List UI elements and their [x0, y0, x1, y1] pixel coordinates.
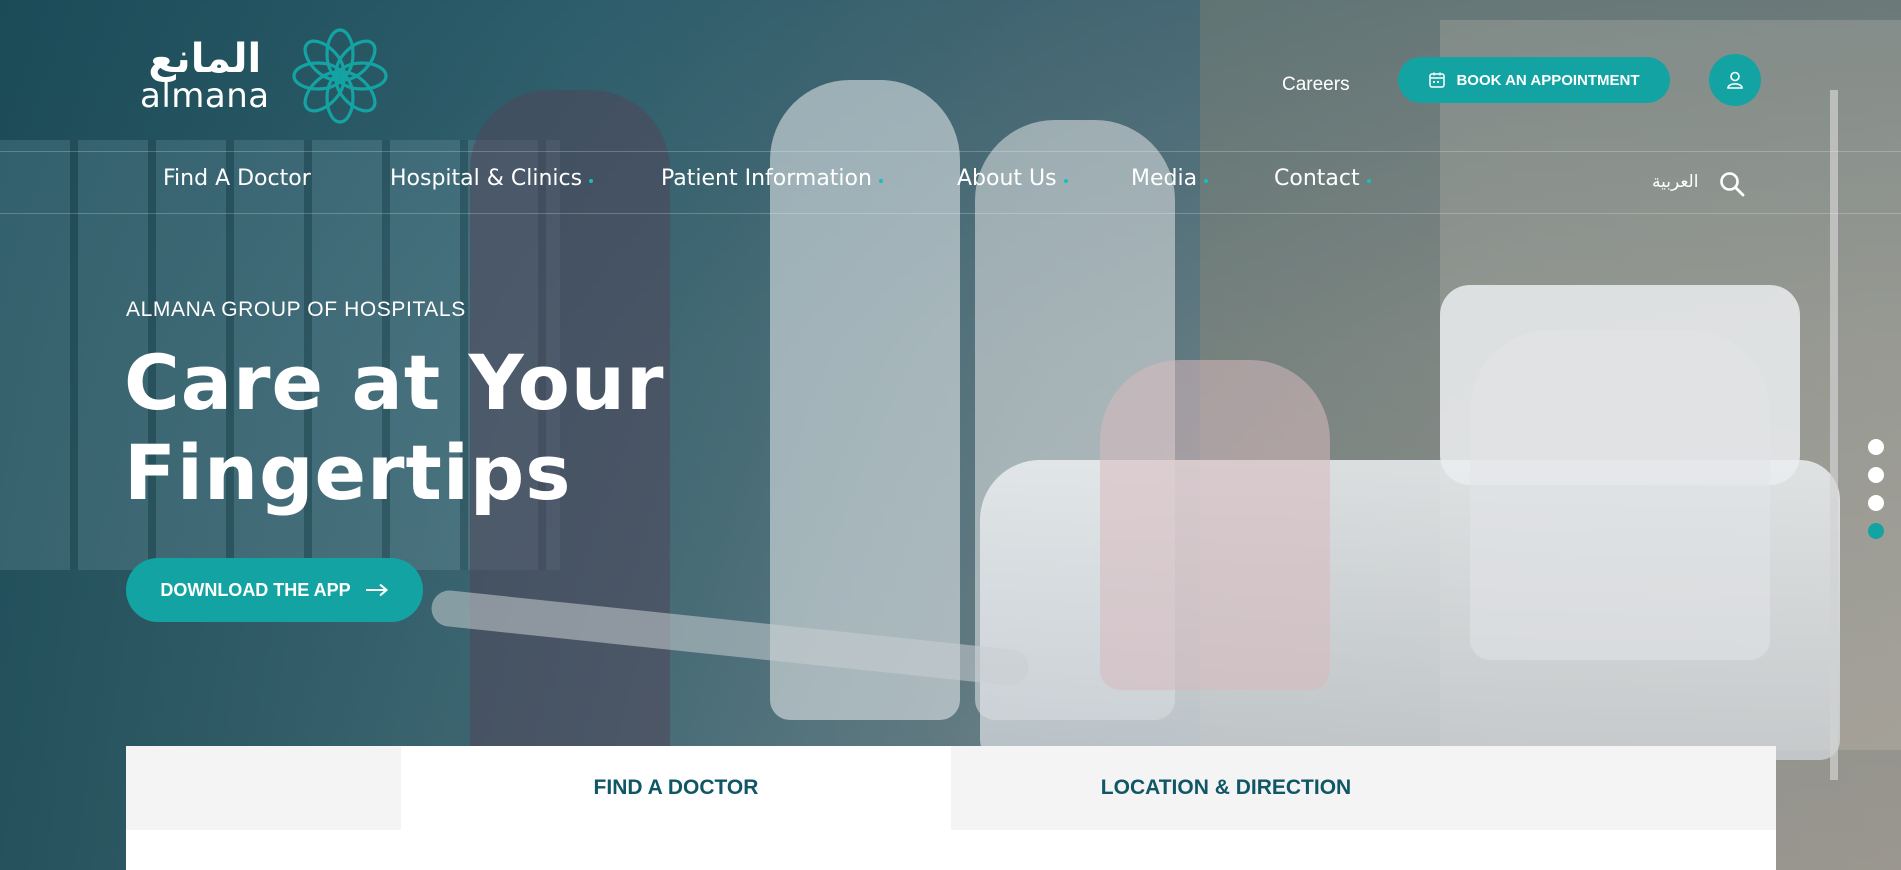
nav-item-label: Patient Information [661, 166, 872, 191]
slide-dot[interactable] [1868, 495, 1884, 511]
book-appointment-button[interactable]: BOOK AN APPOINTMENT [1398, 57, 1670, 103]
slide-dot-active[interactable] [1868, 523, 1884, 539]
dropdown-dot-icon [1366, 178, 1371, 183]
nav-item-label: Find A Doctor [163, 166, 311, 191]
search-tabs: FIND A DOCTOR LOCATION & DIRECTION [126, 746, 1776, 830]
book-appointment-label: BOOK AN APPOINTMENT [1456, 71, 1640, 89]
hero-person-shape [1100, 360, 1330, 690]
logo-english-text: almana [140, 76, 270, 116]
nav-divider-bottom [0, 213, 1901, 214]
language-switch-link[interactable]: العربية [1652, 172, 1698, 192]
careers-link[interactable]: Careers [1282, 74, 1350, 96]
search-panel: FIND A DOCTOR LOCATION & DIRECTION [126, 746, 1776, 870]
dropdown-dot-icon [1063, 178, 1068, 183]
nav-item-find-a-doctor[interactable]: Find A Doctor [163, 166, 311, 191]
logo-wordmark: المانع almana [140, 39, 270, 113]
arrow-right-icon [365, 583, 388, 597]
hero-headline-line2: Fingertips [124, 428, 572, 517]
dropdown-dot-icon [1204, 178, 1209, 183]
download-app-button[interactable]: DOWNLOAD THE APP [126, 558, 423, 622]
search-icon[interactable] [1718, 170, 1746, 198]
logo-arabic-text: المانع [148, 36, 262, 82]
nav-item-patient-information[interactable]: Patient Information [661, 166, 883, 191]
calendar-icon [1429, 72, 1446, 88]
hero-eyebrow: ALMANA GROUP OF HOSPITALS [126, 298, 466, 321]
nav-item-contact[interactable]: Contact [1274, 166, 1371, 191]
nav-item-hospital-clinics[interactable]: Hospital & Clinics [390, 166, 594, 191]
site-logo[interactable]: المانع almana [140, 24, 392, 128]
nav-item-media[interactable]: Media [1131, 166, 1209, 191]
nav-item-label: Hospital & Clinics [390, 166, 583, 191]
nav-item-label: Contact [1274, 166, 1360, 191]
download-app-label: DOWNLOAD THE APP [160, 579, 351, 600]
tab-find-a-doctor[interactable]: FIND A DOCTOR [401, 746, 951, 830]
user-icon [1727, 71, 1743, 89]
hero-headline: Care at Your Fingertips [124, 338, 884, 518]
user-account-button[interactable] [1709, 54, 1761, 106]
hero-person-shape [1470, 330, 1770, 660]
nav-item-about-us[interactable]: About Us [957, 166, 1068, 191]
dropdown-dot-icon [589, 178, 594, 183]
slide-pager [1868, 439, 1884, 539]
slide-dot[interactable] [1868, 439, 1884, 455]
hero-headline-line1: Care at Your [124, 338, 665, 427]
slide-dot[interactable] [1868, 467, 1884, 483]
nav-item-label: About Us [957, 166, 1057, 191]
dropdown-dot-icon [878, 178, 883, 183]
flower-emblem-icon [292, 28, 388, 124]
main-nav: Find A Doctor Hospital & Clinics Patient… [0, 152, 1901, 208]
tab-spacer [126, 746, 401, 830]
nav-item-label: Media [1131, 166, 1198, 191]
tab-location-direction[interactable]: LOCATION & DIRECTION [951, 746, 1501, 830]
